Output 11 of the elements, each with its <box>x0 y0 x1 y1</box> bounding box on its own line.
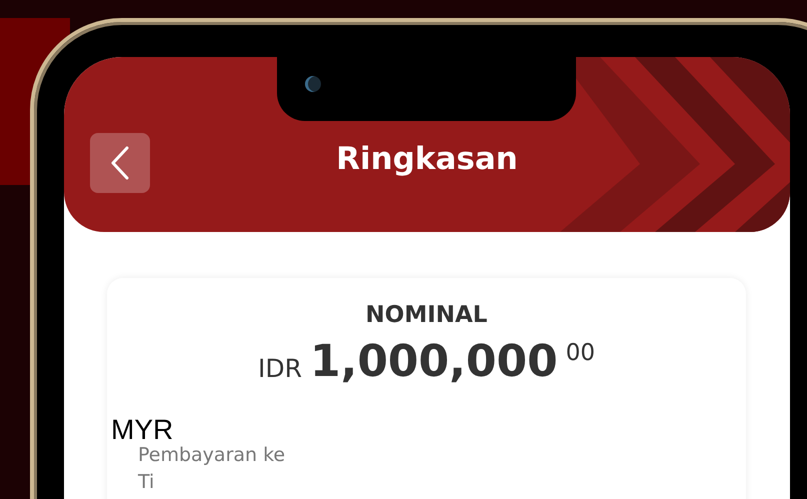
detail-label: Pembayaran ke <box>138 445 286 466</box>
chevron-left-icon <box>110 146 130 180</box>
amount-decimals: 00 <box>566 340 596 366</box>
amount-value: 1,000,000 <box>310 336 558 387</box>
page-title: Ringkasan <box>335 141 519 177</box>
currency-code: IDR <box>258 354 302 383</box>
back-button[interactable] <box>90 133 150 193</box>
detail-label: Ti <box>138 472 154 493</box>
camera-icon <box>305 76 321 92</box>
nominal-label: NOMINAL <box>364 302 488 328</box>
overlay-label: MYR <box>111 414 174 446</box>
